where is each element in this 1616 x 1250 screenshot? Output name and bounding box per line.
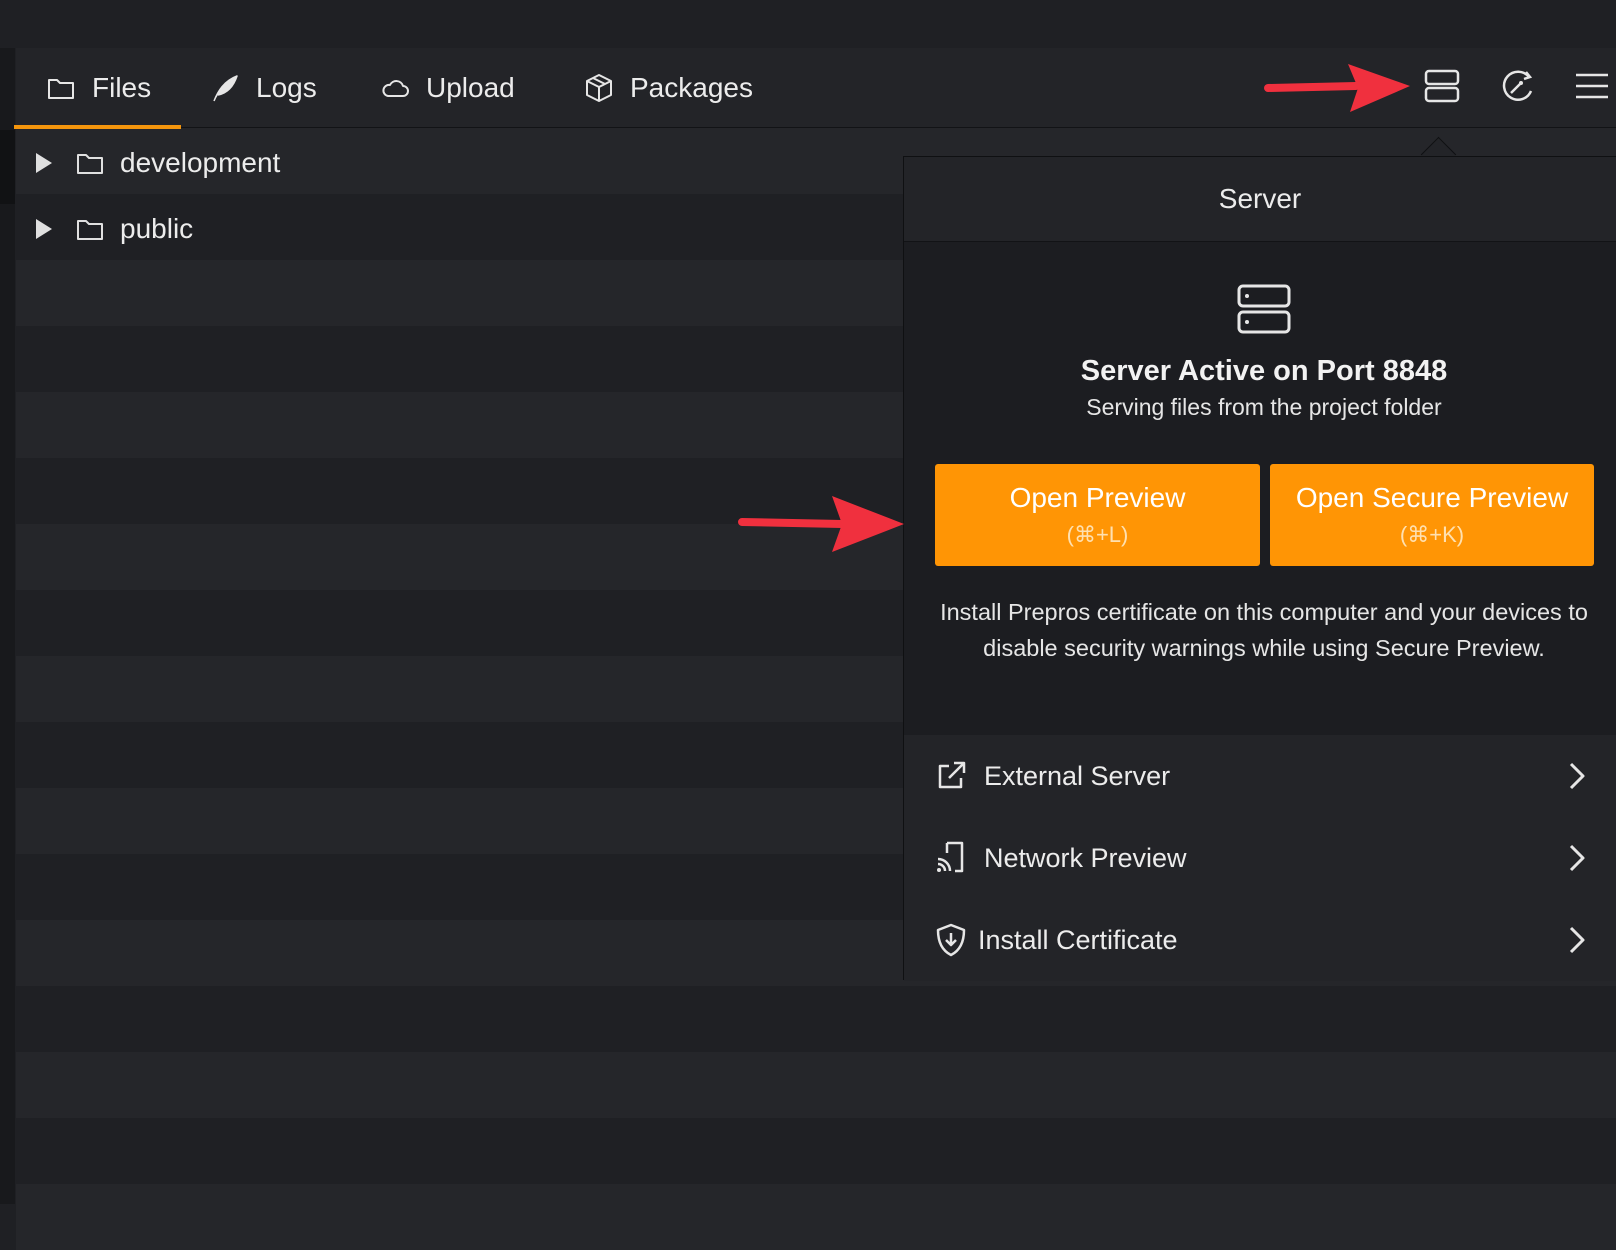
folder-row-public[interactable]: public xyxy=(16,196,193,262)
open-secure-preview-button[interactable]: Open Secure Preview (⌘+K) xyxy=(1270,464,1594,566)
title-bar-area xyxy=(0,0,1616,50)
list-row xyxy=(16,1118,1616,1184)
feather-icon xyxy=(210,73,240,103)
expand-caret-icon[interactable] xyxy=(36,153,52,173)
folder-name: public xyxy=(120,213,194,244)
tab-label: Logs xyxy=(256,72,317,103)
server-icon xyxy=(1424,68,1460,109)
chevron-right-icon xyxy=(1568,925,1586,960)
server-status-subtitle: Serving files from the project folder xyxy=(1086,394,1442,420)
button-shortcut: (⌘+K) xyxy=(1399,522,1465,547)
left-edge-bar xyxy=(0,48,15,1204)
folder-name: development xyxy=(120,147,281,178)
list-row xyxy=(16,1052,1616,1118)
tab-logs[interactable]: Logs xyxy=(210,48,317,128)
popover-title: Server xyxy=(1218,183,1302,214)
tab-upload[interactable]: Upload xyxy=(380,48,515,128)
server-icon xyxy=(1237,282,1291,341)
tab-label: Files xyxy=(92,72,152,103)
menu-item-label: Network Preview xyxy=(984,842,1187,873)
server-button[interactable] xyxy=(1420,66,1464,110)
external-link-icon xyxy=(934,759,968,793)
magic-wand-icon xyxy=(1499,67,1537,110)
menu-item-label: Install Certificate xyxy=(978,924,1178,955)
list-row xyxy=(16,986,1616,1052)
chevron-right-icon xyxy=(1568,761,1586,796)
list-row xyxy=(16,1184,1616,1250)
open-preview-button[interactable]: Open Preview (⌘+L) xyxy=(935,464,1260,566)
folder-icon xyxy=(46,73,76,103)
certificate-note: Install Prepros certificate on this comp… xyxy=(940,599,1588,661)
server-popover: Server Server Active on Port 8848 Servin… xyxy=(903,156,1616,981)
tab-label: Upload xyxy=(426,72,515,103)
cast-icon xyxy=(934,841,968,875)
tab-files[interactable]: Files xyxy=(13,48,182,129)
cloud-icon xyxy=(380,73,410,103)
button-label: Open Secure Preview xyxy=(1295,482,1569,513)
menu-item-label: External Server xyxy=(984,760,1171,791)
folder-icon xyxy=(76,151,104,175)
menu-item-network-preview[interactable]: Network Preview xyxy=(904,817,1616,899)
expand-caret-icon[interactable] xyxy=(36,219,52,239)
button-label: Open Preview xyxy=(1009,482,1186,513)
popover-header: Server xyxy=(904,157,1616,242)
tab-packages[interactable]: Packages xyxy=(584,48,753,128)
folder-icon xyxy=(76,217,104,241)
tab-label: Packages xyxy=(630,72,753,103)
menu-icon xyxy=(1574,71,1610,106)
server-status-title: Server Active on Port 8848 xyxy=(1080,355,1448,387)
menu-button[interactable] xyxy=(1570,66,1614,110)
annotation-arrow-server xyxy=(1264,64,1410,112)
server-menu: External Server Network Preview Install … xyxy=(904,735,1616,981)
annotation-arrow-open-preview xyxy=(738,496,904,552)
button-shortcut: (⌘+L) xyxy=(1066,522,1129,547)
menu-item-install-certificate[interactable]: Install Certificate xyxy=(904,899,1616,981)
folder-row-development[interactable]: development xyxy=(16,130,280,196)
chevron-right-icon xyxy=(1568,843,1586,878)
menu-item-external-server[interactable]: External Server xyxy=(904,735,1616,817)
package-icon xyxy=(584,73,614,103)
left-edge-highlight xyxy=(0,130,15,204)
magic-wand-button[interactable] xyxy=(1496,66,1540,110)
shield-download-icon xyxy=(934,923,968,957)
popover-body: Server Active on Port 8848 Serving files… xyxy=(904,242,1616,735)
